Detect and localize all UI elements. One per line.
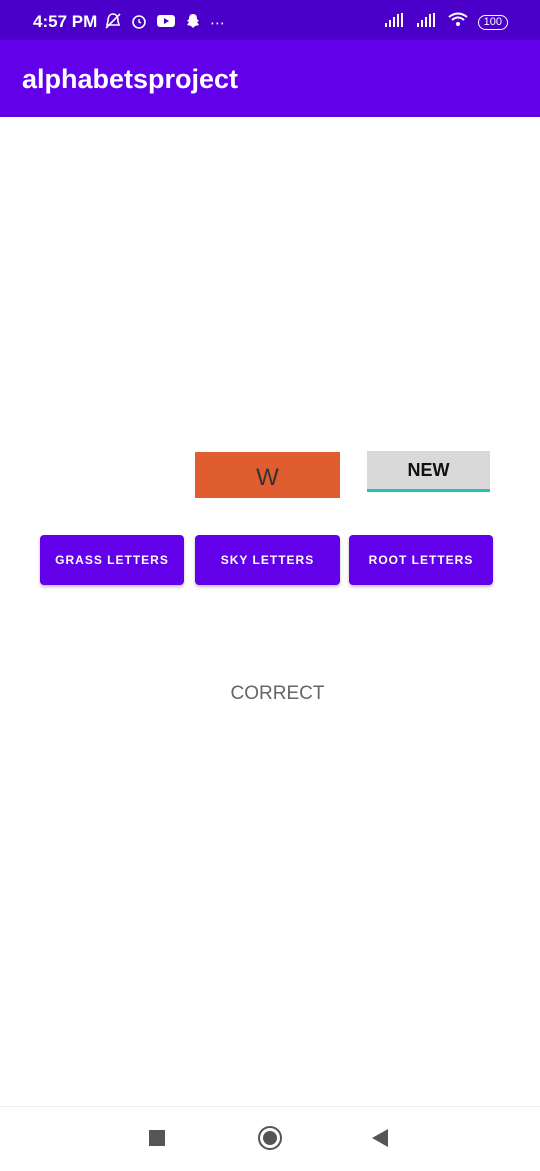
status-bar: 4:57 PM ⋯ 100 bbox=[0, 0, 540, 40]
snapchat-icon bbox=[184, 12, 202, 35]
grass-letters-button[interactable]: GRASS LETTERS bbox=[40, 535, 184, 585]
status-time: 4:57 PM bbox=[33, 12, 98, 31]
new-button[interactable]: NEW bbox=[367, 451, 490, 492]
home-icon[interactable] bbox=[258, 1126, 282, 1150]
signal-icon bbox=[416, 13, 438, 32]
status-icons-left: ⋯ bbox=[104, 12, 225, 35]
result-text: CORRECT bbox=[230, 683, 325, 704]
more-dots-icon: ⋯ bbox=[210, 14, 225, 32]
letter-display: W bbox=[195, 452, 340, 498]
battery-indicator: 100 bbox=[477, 15, 508, 30]
root-letters-button[interactable]: ROOT LETTERS bbox=[349, 535, 493, 585]
youtube-icon bbox=[156, 13, 176, 34]
signal-icon bbox=[384, 13, 406, 32]
recents-icon[interactable] bbox=[149, 1130, 165, 1146]
wifi-icon bbox=[448, 12, 468, 33]
sky-letters-button[interactable]: SKY LETTERS bbox=[195, 535, 340, 585]
alarm-icon bbox=[130, 12, 148, 35]
app-bar: alphabetsproject bbox=[0, 40, 540, 117]
navigation-bar bbox=[0, 1106, 540, 1171]
app-title: alphabetsproject bbox=[22, 64, 239, 94]
back-icon[interactable] bbox=[372, 1129, 388, 1147]
status-icons-right: 100 bbox=[384, 12, 508, 33]
notification-off-icon bbox=[104, 12, 122, 35]
